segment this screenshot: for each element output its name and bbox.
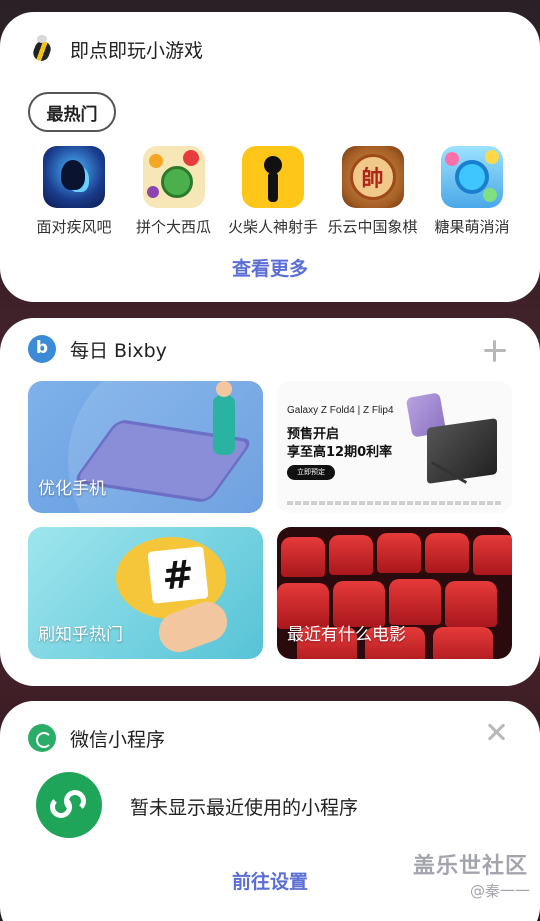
close-icon[interactable] bbox=[484, 719, 510, 745]
wechat-card-title: 微信小程序 bbox=[70, 728, 166, 751]
ad-preorder-button[interactable]: 立即预定 bbox=[287, 465, 335, 480]
tile-label: 优化手机 bbox=[38, 479, 106, 499]
games-list: 面对疾风吧 拼个大西瓜 火柴人神射手 帥 乐云中国象棋 糖果萌消消 bbox=[28, 146, 518, 237]
game-name: 拼个大西瓜 bbox=[135, 218, 211, 236]
tile-recent-movies[interactable]: 最近有什么电影 bbox=[277, 527, 512, 659]
chinese-chess-icon[interactable]: 帥 bbox=[341, 146, 404, 208]
tile-galaxy-ad[interactable]: Galaxy Z Fold4 | Z Flip4 预售开启 享至高12期0利率 … bbox=[277, 381, 512, 513]
wechat-card-header: 微信小程序 bbox=[28, 723, 165, 753]
game-item[interactable]: 糖果萌消消 bbox=[426, 146, 518, 237]
candy-game-icon[interactable] bbox=[441, 146, 503, 208]
see-more-link[interactable]: 查看更多 bbox=[0, 254, 540, 281]
tile-label: 刷知乎热门 bbox=[38, 625, 123, 645]
tile-optimize-phone[interactable]: 优化手机 bbox=[28, 381, 263, 513]
games-card-header: 即点即玩小游戏 bbox=[28, 34, 203, 64]
game-item[interactable]: 面对疾风吧 bbox=[28, 146, 120, 237]
tile-zhihu-trending[interactable]: # 刷知乎热门 bbox=[28, 527, 263, 659]
tile-label: 最近有什么电影 bbox=[287, 625, 406, 645]
ad-fine-print bbox=[287, 501, 502, 505]
wechat-miniprogram-icon bbox=[28, 724, 56, 752]
games-card-title: 即点即玩小游戏 bbox=[70, 39, 204, 62]
bee-game-center-icon bbox=[28, 35, 56, 63]
chess-piece-glyph: 帥 bbox=[349, 154, 396, 200]
empty-state-text: 暂未显示最近使用的小程序 bbox=[130, 797, 359, 819]
ninja-game-icon[interactable] bbox=[43, 146, 105, 208]
bixby-card: 每日 Bixby 优化手机 Galaxy Z Fold4 | Z Flip4 预… bbox=[0, 318, 540, 686]
hashtag-icon: # bbox=[147, 546, 209, 604]
games-card: 即点即玩小游戏 最热门 面对疾风吧 拼个大西瓜 火柴人神射手 帥 乐云中国象棋 bbox=[0, 12, 540, 302]
game-name: 面对疾风吧 bbox=[36, 218, 112, 236]
watermark-author: @秦一一 bbox=[469, 882, 530, 900]
ad-brand: Galaxy Z Fold4 | Z Flip4 bbox=[287, 405, 394, 416]
fold-phone-image bbox=[427, 418, 497, 484]
bixby-card-title: 每日 Bixby bbox=[70, 339, 167, 362]
ad-headline: 预售开启 bbox=[287, 427, 340, 442]
watermark-community: 盖乐世社区 bbox=[412, 854, 528, 879]
stickman-game-icon[interactable] bbox=[242, 146, 304, 208]
filter-chip-hottest[interactable]: 最热门 bbox=[28, 92, 116, 132]
bixby-icon bbox=[28, 335, 56, 363]
wechat-miniprogram-card: 微信小程序 暂未显示最近使用的小程序 前往设置 bbox=[0, 701, 540, 921]
game-name: 火柴人神射手 bbox=[227, 218, 318, 236]
game-name: 乐云中国象棋 bbox=[327, 218, 418, 236]
game-name: 糖果萌消消 bbox=[434, 218, 510, 236]
bixby-card-header: 每日 Bixby bbox=[28, 334, 167, 364]
game-item[interactable]: 帥 乐云中国象棋 bbox=[327, 146, 419, 237]
game-item[interactable]: 火柴人神射手 bbox=[227, 146, 319, 237]
watermelon-game-icon[interactable] bbox=[142, 146, 205, 208]
game-item[interactable]: 拼个大西瓜 bbox=[128, 146, 220, 237]
add-icon[interactable] bbox=[480, 336, 510, 366]
wechat-miniprogram-large-icon bbox=[36, 772, 102, 838]
ad-subheadline: 享至高12期0利率 bbox=[287, 445, 393, 460]
cleaner-illustration bbox=[213, 381, 235, 455]
